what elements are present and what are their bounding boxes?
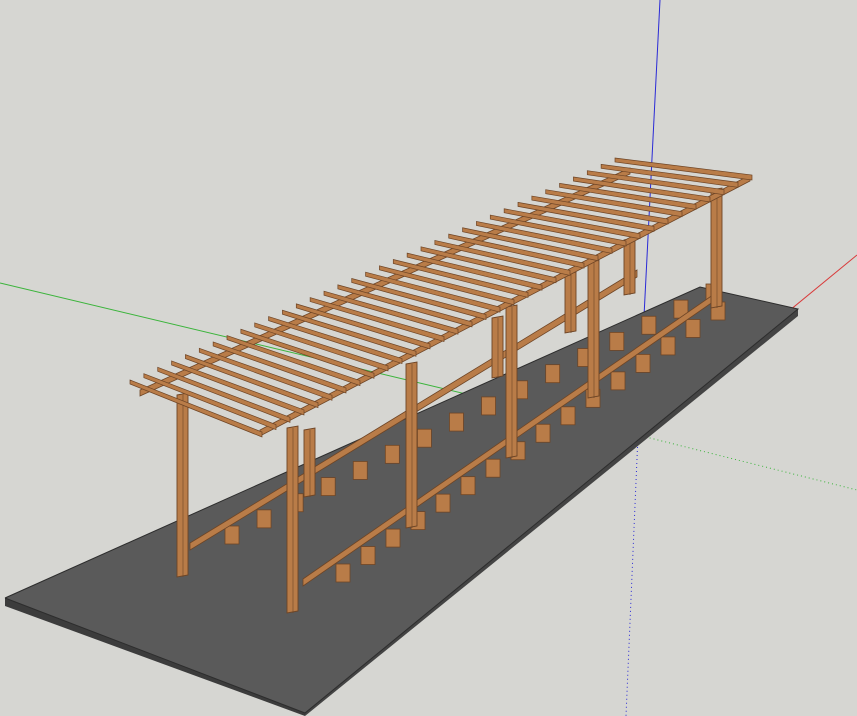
post-front [405,361,418,529]
post-front [286,425,299,614]
bench-support-back [481,396,496,416]
bench-support-front [560,406,576,426]
bench-support-front [435,493,451,513]
post-back [303,427,316,498]
bench-support-front [485,458,501,478]
bench-support-back [641,315,657,335]
bench-support-front [335,563,351,583]
bench-support-front [460,476,476,496]
green-axis-negative [637,434,857,491]
bench-support-front [385,528,401,548]
bench-support-back [352,461,368,480]
bench-support-front [685,319,701,338]
bench-support-front [660,336,676,356]
post-front [505,304,518,459]
bench-support-back [449,412,464,432]
bench-support-back [224,525,240,545]
bench-support-back [320,477,336,497]
post-front [587,259,600,399]
bench-support-front [635,353,651,373]
post-back [564,271,577,334]
bench-support-back [384,444,400,464]
bench-support-front [610,371,626,391]
bench-support-back [545,364,561,384]
post-back [623,237,636,296]
post-front [710,187,723,309]
bench-support-front [535,423,551,443]
bench-support-back [416,428,432,448]
model-scene[interactable] [0,0,857,716]
3d-viewport[interactable] [0,0,857,716]
post-back [491,315,504,379]
bench-support-back [609,331,625,351]
bench-support-back [256,509,272,529]
bench-support-front [360,546,376,565]
blue-axis-negative [625,434,639,716]
post-back [176,392,189,578]
